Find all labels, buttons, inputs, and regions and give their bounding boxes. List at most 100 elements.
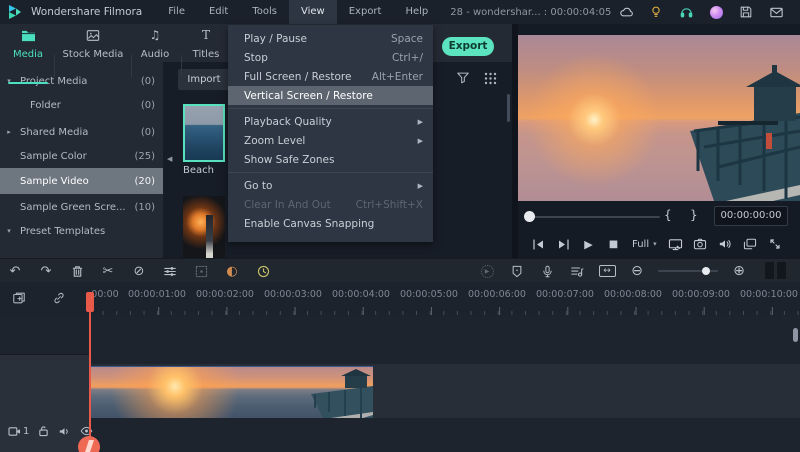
toolbar-left-group: ↶ ↷ ✂ ⊘ ◐ xyxy=(6,259,272,283)
ruler-label: 00:00:09:00 xyxy=(672,289,730,300)
lock-track-icon[interactable] xyxy=(38,425,49,437)
sidebar-label: Sample Green Scre... xyxy=(20,201,126,213)
hide-track-eye-icon[interactable] xyxy=(80,426,93,436)
sidebar-item-preset-templates[interactable]: ▾ Preset Templates xyxy=(0,219,163,243)
menu-item-vertical-screen-restore[interactable]: Vertical Screen / Restore xyxy=(228,86,433,105)
zoom-in-icon[interactable]: ⊕ xyxy=(730,262,748,280)
menu-item-full-screen-restore[interactable]: Full Screen / Restore Alt+Enter xyxy=(228,67,433,86)
menu-item-zoom-level[interactable]: Zoom Level ▶ xyxy=(228,131,433,150)
menu-item-playback-quality[interactable]: Playback Quality ▶ xyxy=(228,112,433,131)
copy-snapshot-icon[interactable] xyxy=(12,291,26,305)
menu-item-play-pause[interactable]: Play / Pause Space xyxy=(228,29,433,48)
track-height-toggle-icon[interactable] xyxy=(765,262,786,279)
split-scissors-icon[interactable]: ✂ xyxy=(99,262,117,280)
fit-timeline-zoom-icon[interactable]: ↔ xyxy=(598,262,616,280)
zoom-slider-handle[interactable] xyxy=(702,267,710,275)
sidebar-item-project-media[interactable]: ▾ Project Media (0) xyxy=(0,69,163,93)
cloud-icon[interactable] xyxy=(611,0,641,24)
sidebar-item-shared-media[interactable]: ▸ Shared Media (0) xyxy=(0,120,163,144)
menu-file[interactable]: File xyxy=(156,0,197,24)
sidebar-item-sample-video[interactable]: Sample Video (20) xyxy=(0,168,163,194)
previous-frame-button[interactable] xyxy=(526,238,551,250)
media-clip-lighthouse[interactable] xyxy=(183,196,225,258)
voice-mic-icon[interactable] xyxy=(791,0,800,24)
filter-funnel-icon[interactable] xyxy=(456,71,470,84)
sidebar-label: Sample Video xyxy=(20,175,89,187)
expander-down-icon[interactable]: ▾ xyxy=(0,227,18,235)
preview-video-frame[interactable] xyxy=(518,35,800,201)
submenu-arrow-icon: ▶ xyxy=(417,136,423,145)
timeline-clip-sunset[interactable] xyxy=(90,366,373,418)
playhead-handle[interactable] xyxy=(86,292,94,312)
menu-edit[interactable]: Edit xyxy=(197,0,240,24)
link-clips-icon[interactable] xyxy=(52,291,66,305)
tab-titles[interactable]: T Titles xyxy=(190,28,222,60)
crop-icon[interactable]: ⊘ xyxy=(130,262,148,280)
preview-seek-bar[interactable] xyxy=(528,216,660,218)
media-clip-beach[interactable]: Beach xyxy=(183,104,225,176)
save-icon[interactable] xyxy=(731,0,761,24)
sidebar-item-folder[interactable]: Folder (0) xyxy=(0,93,163,117)
timeline-zoom-slider[interactable] xyxy=(658,267,718,275)
grid-view-icon[interactable] xyxy=(484,72,497,88)
mark-out-button[interactable]: } xyxy=(690,208,698,222)
keyframe-icon[interactable]: ◐ xyxy=(223,262,241,280)
render-play-glyph: ▶ xyxy=(480,264,494,278)
media-panel-scrollbar[interactable] xyxy=(507,94,510,122)
record-voiceover-mic-icon[interactable] xyxy=(538,262,556,280)
play-button[interactable]: ▶ xyxy=(576,238,601,251)
stop-button[interactable]: ■ xyxy=(601,239,626,250)
zoom-out-icon[interactable]: ⊖ xyxy=(628,262,646,280)
volume-speaker-icon[interactable] xyxy=(713,238,738,250)
menu-export[interactable]: Export xyxy=(337,0,394,24)
menu-item-show-safe-zones[interactable]: Show Safe Zones xyxy=(228,150,433,169)
tab-media[interactable]: Media xyxy=(8,28,48,60)
sidebar-collapse-arrow[interactable]: ◀ xyxy=(167,155,172,163)
feedback-mail-icon[interactable] xyxy=(761,0,791,24)
menu-view[interactable]: View xyxy=(289,0,337,24)
undo-icon[interactable]: ↶ xyxy=(6,262,24,280)
audio-mixer-icon[interactable] xyxy=(568,262,586,280)
support-headset-icon[interactable] xyxy=(671,0,701,24)
redo-icon[interactable]: ↷ xyxy=(37,262,55,280)
marker-icon[interactable] xyxy=(508,262,526,280)
sidebar-item-sample-green-screen[interactable]: Sample Green Scre... (10) xyxy=(0,195,163,219)
import-button[interactable]: Import xyxy=(178,69,230,90)
change-layout-icon[interactable] xyxy=(738,238,763,250)
tab-audio-label: Audio xyxy=(140,49,170,60)
snapshot-camera-icon[interactable] xyxy=(688,238,713,250)
timeline-body[interactable]: 1 xyxy=(0,316,800,452)
export-button[interactable]: Export xyxy=(442,37,494,56)
menu-tools[interactable]: Tools xyxy=(240,0,289,24)
sidebar-count: (25) xyxy=(134,150,155,162)
menu-item-stop[interactable]: Stop Ctrl+/ xyxy=(228,48,433,67)
playback-quality-dropdown[interactable]: Full ▾ xyxy=(632,239,657,250)
menu-item-enable-canvas-snapping[interactable]: Enable Canvas Snapping xyxy=(228,214,433,233)
ruler-label: 00:00:07:00 xyxy=(536,289,594,300)
speed-ramping-icon[interactable] xyxy=(254,262,272,280)
menu-help[interactable]: Help xyxy=(393,0,440,24)
fullscreen-expand-icon[interactable] xyxy=(763,238,788,250)
delete-trash-icon[interactable] xyxy=(68,262,86,280)
track-header: 1 xyxy=(0,354,93,452)
next-frame-button[interactable] xyxy=(551,238,576,250)
tab-audio[interactable]: ♫ Audio xyxy=(138,28,172,60)
adjust-properties-icon[interactable] xyxy=(161,262,179,280)
render-preview-icon[interactable]: ▶ xyxy=(478,262,496,280)
sidebar-item-sample-color[interactable]: Sample Color (25) xyxy=(0,144,163,168)
mute-track-speaker-icon[interactable] xyxy=(58,426,71,437)
tab-media-label: Media xyxy=(12,49,44,60)
menu-item-go-to[interactable]: Go to ▶ xyxy=(228,176,433,195)
expander-right-icon[interactable]: ▸ xyxy=(0,128,18,136)
tab-stock-media[interactable]: Stock Media xyxy=(62,28,124,60)
playhead-bottom-marker[interactable] xyxy=(78,436,100,452)
mark-in-button[interactable]: { xyxy=(664,208,672,222)
timeline-ruler[interactable]: 00:00 00:00:01:00 00:00:02:00 00:00:03:0… xyxy=(0,283,800,316)
timeline-scrollbar[interactable] xyxy=(793,328,798,342)
motion-tracking-icon[interactable] xyxy=(192,262,210,280)
account-avatar[interactable] xyxy=(701,0,731,24)
lightbulb-icon[interactable] xyxy=(641,0,671,24)
playhead-line[interactable] xyxy=(89,292,91,452)
preview-seek-handle[interactable] xyxy=(524,211,535,222)
detach-monitor-icon[interactable] xyxy=(663,238,688,251)
